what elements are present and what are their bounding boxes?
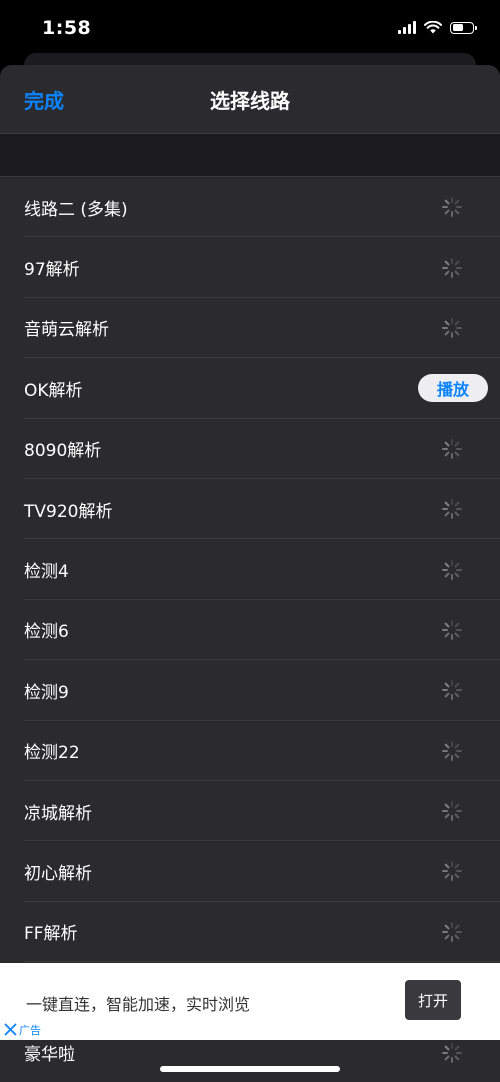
spinner-icon xyxy=(440,558,464,582)
route-item[interactable]: 检测6 xyxy=(0,600,500,661)
ad-tag: 广告 xyxy=(19,1024,41,1037)
ad-banner[interactable]: 一键直连，智能加速，实时浏览 打开 广告 xyxy=(0,963,500,1040)
route-item[interactable]: 8090解析 xyxy=(0,419,500,480)
cellular-signal-icon xyxy=(398,21,416,34)
route-item[interactable]: 音萌云解析 xyxy=(0,298,500,359)
spinner-icon xyxy=(440,195,464,219)
ad-text: 一键直连，智能加速，实时浏览 xyxy=(26,995,251,1014)
spinner-icon xyxy=(440,799,464,823)
spinner-icon xyxy=(440,316,464,340)
spinner-icon xyxy=(440,920,464,944)
route-label: OK解析 xyxy=(24,380,83,401)
route-item[interactable]: 线路二 (多集) xyxy=(0,177,500,238)
route-label: 线路二 (多集) xyxy=(24,199,128,220)
route-item[interactable]: 检测22 xyxy=(0,721,500,782)
route-item[interactable]: 97解析 xyxy=(0,237,500,299)
play-button[interactable]: 播放 xyxy=(418,374,488,403)
ad-open-button[interactable]: 打开 xyxy=(405,980,461,1020)
section-header xyxy=(0,134,500,177)
spinner-icon xyxy=(440,1041,464,1065)
route-label: 97解析 xyxy=(24,260,80,281)
nav-bar: 完成 选择线路 xyxy=(0,65,500,134)
route-label: 凉城解析 xyxy=(24,803,92,824)
spinner-icon xyxy=(440,859,464,883)
route-item[interactable]: OK解析 播放 xyxy=(0,358,500,419)
page-title: 选择线路 xyxy=(210,89,290,113)
route-item[interactable]: 检测9 xyxy=(0,660,500,721)
route-label: 音萌云解析 xyxy=(24,320,109,341)
route-label: 检测6 xyxy=(24,622,69,643)
route-item[interactable]: 检测4 xyxy=(0,539,500,601)
route-item[interactable]: 初心解析 xyxy=(0,841,500,903)
wifi-icon xyxy=(424,21,442,34)
route-item[interactable]: FF解析 xyxy=(0,902,500,963)
spinner-icon xyxy=(440,618,464,642)
route-picker-sheet: 完成 选择线路 线路二 (多集) 97解析音萌云解析 OK解析 播放 8090解析 TV9… xyxy=(0,65,500,1082)
close-icon[interactable] xyxy=(4,1023,17,1036)
route-item[interactable]: TV920解析 xyxy=(0,479,500,540)
status-time: 1:58 xyxy=(42,17,92,39)
spinner-icon xyxy=(440,678,464,702)
route-list: 线路二 (多集) 97解析音萌云解析 OK解析 播放 8090解析 TV920解析 检测4 检… xyxy=(0,177,500,1082)
route-label: 检测4 xyxy=(24,562,69,583)
route-label: FF解析 xyxy=(24,924,78,945)
route-label: 8090解析 xyxy=(24,441,102,462)
home-indicator xyxy=(160,1066,340,1072)
route-label: TV920解析 xyxy=(24,501,113,522)
route-item[interactable]: 凉城解析 xyxy=(0,781,500,842)
route-label: 检测9 xyxy=(24,682,69,703)
spinner-icon xyxy=(440,437,464,461)
route-label: 检测22 xyxy=(24,743,80,764)
spinner-icon xyxy=(440,739,464,763)
spinner-icon xyxy=(440,256,464,280)
route-label: 初心解析 xyxy=(24,863,92,884)
status-icons xyxy=(398,21,477,34)
battery-icon xyxy=(450,21,477,34)
route-label: 豪华啦 xyxy=(24,1045,75,1066)
spinner-icon xyxy=(440,497,464,521)
